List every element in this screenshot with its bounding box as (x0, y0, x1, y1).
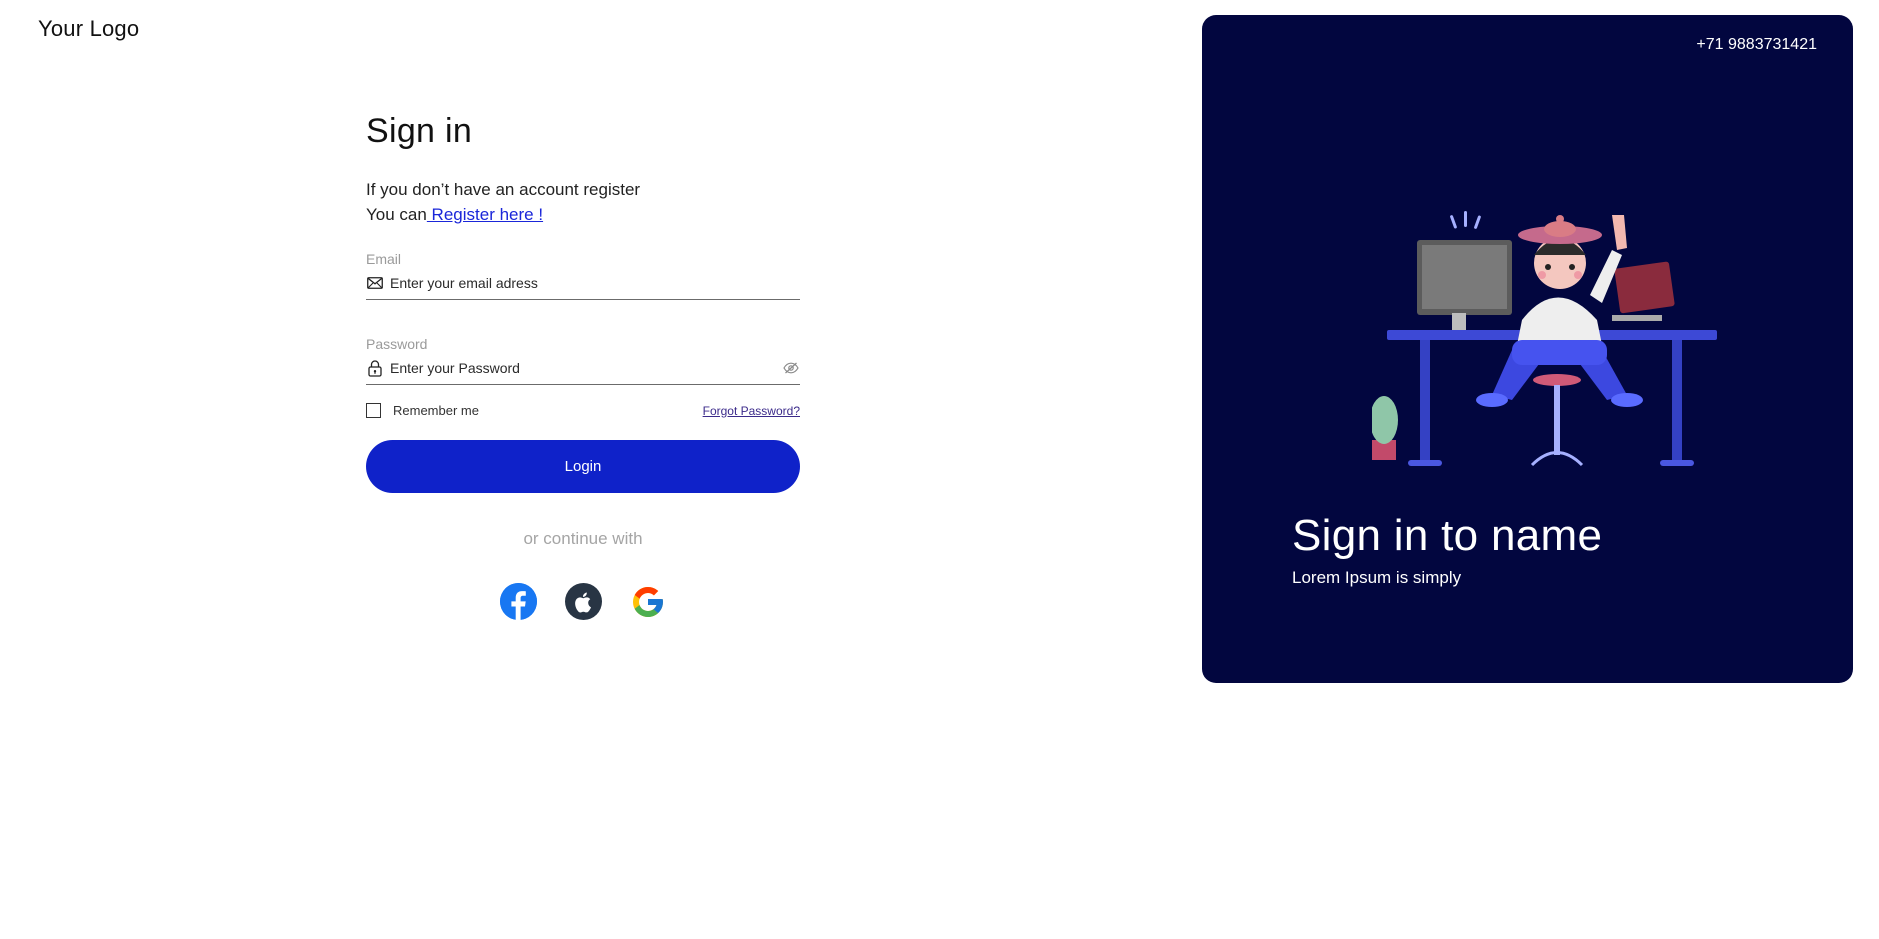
apple-icon (575, 592, 591, 612)
register-link[interactable]: Register here ! (427, 205, 544, 224)
google-icon (633, 586, 663, 617)
logo: Your Logo (38, 16, 140, 41)
password-group: Password (366, 336, 800, 385)
email-field-wrapper (366, 267, 800, 300)
mail-icon (366, 274, 384, 292)
phone-number: +71 9883731421 (1696, 36, 1817, 53)
apple-login-button[interactable] (564, 583, 602, 620)
page-title: Sign in (366, 112, 473, 150)
remember-checkbox[interactable] (366, 403, 381, 418)
remember-me[interactable]: Remember me (366, 403, 479, 418)
forgot-password-link[interactable]: Forgot Password? (703, 404, 800, 418)
register-prompt-line2: You can Register here ! (366, 202, 800, 227)
register-prompt: If you don’t have an account register Yo… (366, 177, 800, 227)
promo-panel: +71 9883731421 Sign in to name Lorem Ips… (1202, 15, 1853, 683)
register-prompt-line1: If you don’t have an account register (366, 180, 641, 199)
email-group: Email (366, 251, 800, 300)
email-input[interactable] (390, 275, 800, 291)
panel-title: Sign in to name (1292, 511, 1603, 560)
person-at-desk-illustration (1372, 211, 1717, 467)
remember-label: Remember me (393, 403, 479, 418)
lock-icon (366, 359, 384, 377)
facebook-login-button[interactable] (499, 583, 537, 620)
panel-subtitle: Lorem Ipsum is simply (1292, 568, 1462, 587)
sign-in-form: Sign in If you don’t have an account reg… (366, 112, 800, 620)
google-login-button[interactable] (629, 583, 667, 620)
remember-row: Remember me Forgot Password? (366, 403, 800, 418)
password-label: Password (366, 336, 428, 352)
social-login-list (366, 583, 800, 620)
login-button[interactable]: Login (366, 440, 800, 493)
continue-with-text: or continue with (523, 529, 643, 548)
register-prompt-prefix: You can (366, 205, 427, 224)
email-label: Email (366, 251, 402, 267)
password-input[interactable] (390, 360, 782, 376)
password-field-wrapper (366, 352, 800, 385)
facebook-icon (499, 583, 537, 620)
eye-off-icon[interactable] (782, 359, 800, 377)
